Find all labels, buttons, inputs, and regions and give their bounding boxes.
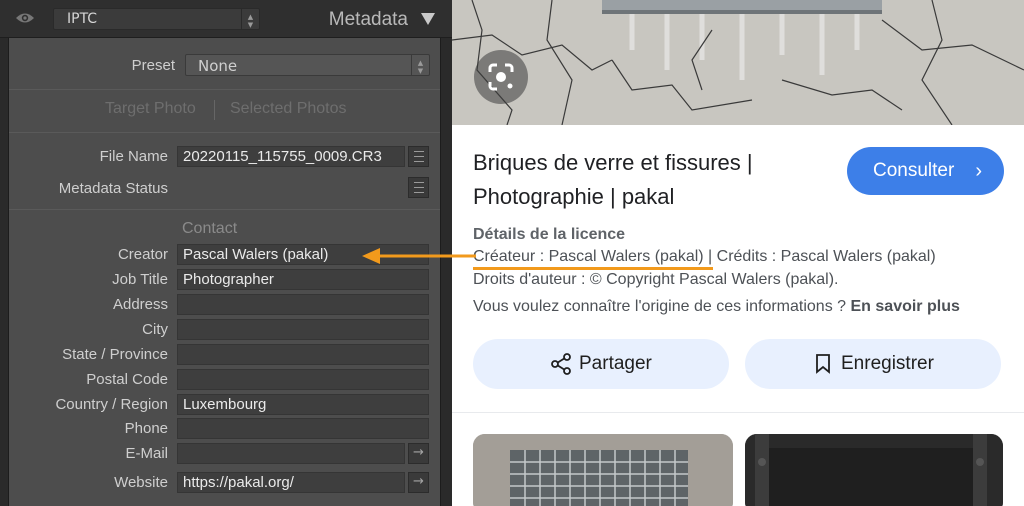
dark-texture-image — [745, 434, 1003, 506]
state-province-label: State / Province — [62, 346, 168, 363]
share-icon — [551, 353, 571, 375]
address-label: Address — [112, 296, 168, 313]
state-province-field[interactable] — [177, 344, 429, 365]
metadata-set-value: IPTC — [67, 11, 98, 27]
collapse-triangle-icon[interactable] — [421, 13, 435, 25]
website-go-button[interactable]: → — [408, 472, 429, 493]
job-title-label: Job Title — [112, 271, 168, 288]
visit-button-label: Consulter — [873, 160, 955, 181]
image-title-line-2: Photographie | pakal — [473, 184, 675, 209]
selected-photos-button[interactable]: Selected Photos — [230, 100, 347, 118]
email-field[interactable] — [177, 443, 405, 464]
list-icon — [414, 182, 424, 193]
origin-line: Vous voulez connaître l'origine de ces i… — [473, 298, 960, 316]
postal-code-field[interactable] — [177, 369, 429, 390]
city-label: City — [142, 321, 168, 338]
save-label: Enregistrer — [841, 353, 934, 374]
panel-header: IPTC ▲ ▼ Metadata — [0, 0, 452, 38]
file-name-field[interactable]: 20220115_115755_0009.CR3 — [177, 146, 405, 167]
file-name-list-button[interactable] — [408, 146, 429, 167]
creator-highlight-underline — [473, 267, 713, 270]
arrow-right-icon: → — [413, 445, 424, 460]
preset-label: Preset — [131, 57, 175, 74]
chevron-right-icon: › — [975, 160, 982, 182]
eye-icon[interactable] — [15, 11, 35, 25]
panel-title: Metadata — [328, 9, 408, 30]
creator-text: Créateur : Pascal Walers (pakal) — [473, 248, 704, 265]
target-photo-button[interactable]: Target Photo — [105, 100, 196, 118]
website-field[interactable]: https://pakal.org/ — [177, 472, 405, 493]
divider — [452, 412, 1024, 413]
creator-label: Creator — [117, 246, 168, 263]
preset-value: None — [198, 57, 238, 75]
bookmark-icon — [816, 354, 830, 374]
related-image-thumbnail[interactable] — [745, 434, 1003, 506]
metadata-set-select[interactable]: IPTC ▲ ▼ — [53, 8, 260, 30]
city-field[interactable] — [177, 319, 429, 340]
select-arrows-icon: ▲ ▼ — [411, 55, 429, 75]
google-lens-button[interactable] — [474, 50, 528, 104]
related-image-thumbnail[interactable] — [473, 434, 733, 506]
metadata-status-label: Metadata Status — [58, 180, 168, 197]
google-image-detail-panel: Briques de verre et fissures | Photograp… — [452, 0, 1024, 506]
photo-preview[interactable] — [452, 0, 1024, 125]
arrow-right-icon: → — [413, 474, 424, 489]
website-label: Website — [114, 474, 168, 491]
email-go-button[interactable]: → — [408, 443, 429, 464]
phone-label: Phone — [124, 420, 168, 437]
visit-button[interactable]: Consulter › — [847, 147, 1004, 195]
country-region-label: Country / Region — [55, 396, 168, 413]
metadata-status-button[interactable] — [408, 177, 429, 198]
image-title[interactable]: Briques de verre et fissures | Photograp… — [473, 146, 833, 214]
contact-section-heading: Contact — [182, 220, 238, 237]
file-name-label: File Name — [99, 148, 168, 165]
list-icon — [414, 151, 424, 162]
email-label: E-Mail — [125, 445, 168, 462]
address-field[interactable] — [177, 294, 429, 315]
cracked-wall-image — [452, 0, 1024, 125]
postal-code-label: Postal Code — [86, 371, 168, 388]
divider — [9, 132, 440, 133]
job-title-field[interactable]: Photographer — [177, 269, 429, 290]
divider — [9, 209, 440, 210]
glass-block-image — [473, 434, 733, 506]
creator-credits-line: Créateur : Pascal Walers (pakal) | Crédi… — [473, 248, 936, 266]
orange-arrow-annotation — [362, 248, 476, 264]
save-button[interactable]: Enregistrer — [745, 339, 1001, 389]
select-arrows-icon: ▲ ▼ — [241, 9, 259, 29]
country-region-field[interactable]: Luxembourg — [177, 394, 429, 415]
learn-more-link[interactable]: En savoir plus — [851, 298, 960, 315]
copyright-text: Droits d'auteur : © Copyright Pascal Wal… — [473, 271, 839, 288]
divider — [9, 89, 440, 90]
phone-field[interactable] — [177, 418, 429, 439]
target-separator — [214, 100, 215, 120]
credits-text: | Crédits : Pascal Walers (pakal) — [703, 248, 936, 265]
license-heading: Détails de la licence — [473, 226, 626, 243]
google-lens-icon — [488, 63, 514, 91]
image-title-line-1: Briques de verre et fissures | — [473, 150, 753, 175]
share-label: Partager — [579, 353, 652, 374]
origin-question: Vous voulez connaître l'origine de ces i… — [473, 298, 851, 315]
preset-select[interactable]: None ▲ ▼ — [185, 54, 430, 76]
share-button[interactable]: Partager — [473, 339, 729, 389]
